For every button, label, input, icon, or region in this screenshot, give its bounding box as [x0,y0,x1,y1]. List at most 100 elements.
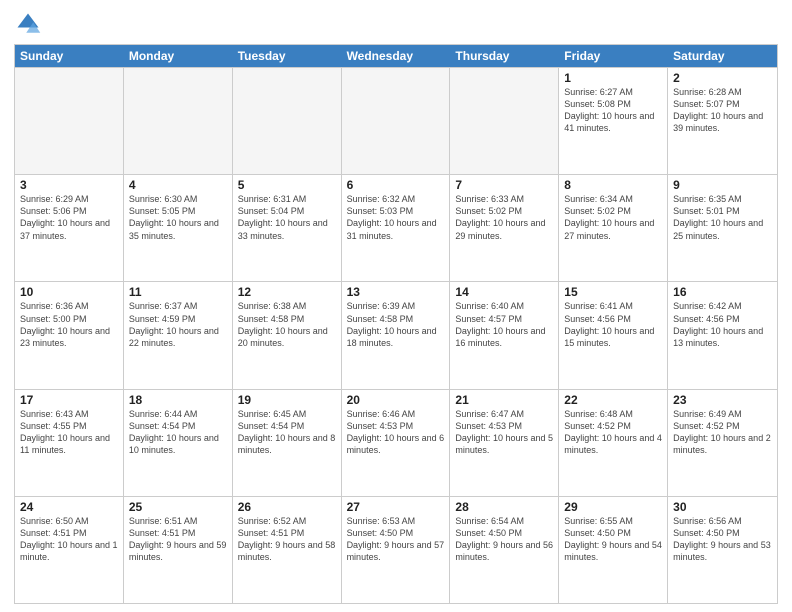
day-number: 21 [455,393,553,407]
calendar-cell: 4Sunrise: 6:30 AM Sunset: 5:05 PM Daylig… [124,175,233,281]
calendar-cell [450,68,559,174]
calendar-cell [15,68,124,174]
day-info: Sunrise: 6:52 AM Sunset: 4:51 PM Dayligh… [238,515,336,564]
day-info: Sunrise: 6:32 AM Sunset: 5:03 PM Dayligh… [347,193,445,242]
calendar-cell: 1Sunrise: 6:27 AM Sunset: 5:08 PM Daylig… [559,68,668,174]
calendar-header: SundayMondayTuesdayWednesdayThursdayFrid… [15,45,777,67]
day-number: 14 [455,285,553,299]
calendar-cell: 28Sunrise: 6:54 AM Sunset: 4:50 PM Dayli… [450,497,559,603]
day-number: 13 [347,285,445,299]
calendar-cell: 15Sunrise: 6:41 AM Sunset: 4:56 PM Dayli… [559,282,668,388]
day-info: Sunrise: 6:41 AM Sunset: 4:56 PM Dayligh… [564,300,662,349]
day-info: Sunrise: 6:29 AM Sunset: 5:06 PM Dayligh… [20,193,118,242]
header-day-thursday: Thursday [450,45,559,67]
calendar-cell: 6Sunrise: 6:32 AM Sunset: 5:03 PM Daylig… [342,175,451,281]
calendar: SundayMondayTuesdayWednesdayThursdayFrid… [14,44,778,604]
day-number: 11 [129,285,227,299]
logo-icon [14,10,42,38]
day-info: Sunrise: 6:34 AM Sunset: 5:02 PM Dayligh… [564,193,662,242]
header-day-friday: Friday [559,45,668,67]
calendar-cell: 18Sunrise: 6:44 AM Sunset: 4:54 PM Dayli… [124,390,233,496]
day-info: Sunrise: 6:55 AM Sunset: 4:50 PM Dayligh… [564,515,662,564]
day-info: Sunrise: 6:51 AM Sunset: 4:51 PM Dayligh… [129,515,227,564]
day-number: 23 [673,393,772,407]
calendar-cell: 12Sunrise: 6:38 AM Sunset: 4:58 PM Dayli… [233,282,342,388]
calendar-cell: 11Sunrise: 6:37 AM Sunset: 4:59 PM Dayli… [124,282,233,388]
day-info: Sunrise: 6:48 AM Sunset: 4:52 PM Dayligh… [564,408,662,457]
calendar-cell: 21Sunrise: 6:47 AM Sunset: 4:53 PM Dayli… [450,390,559,496]
day-info: Sunrise: 6:38 AM Sunset: 4:58 PM Dayligh… [238,300,336,349]
logo [14,10,46,38]
day-number: 24 [20,500,118,514]
day-number: 17 [20,393,118,407]
day-number: 27 [347,500,445,514]
day-info: Sunrise: 6:54 AM Sunset: 4:50 PM Dayligh… [455,515,553,564]
day-info: Sunrise: 6:37 AM Sunset: 4:59 PM Dayligh… [129,300,227,349]
day-info: Sunrise: 6:56 AM Sunset: 4:50 PM Dayligh… [673,515,772,564]
calendar-body: 1Sunrise: 6:27 AM Sunset: 5:08 PM Daylig… [15,67,777,603]
day-number: 4 [129,178,227,192]
calendar-cell: 5Sunrise: 6:31 AM Sunset: 5:04 PM Daylig… [233,175,342,281]
calendar-cell: 17Sunrise: 6:43 AM Sunset: 4:55 PM Dayli… [15,390,124,496]
calendar-week-1: 1Sunrise: 6:27 AM Sunset: 5:08 PM Daylig… [15,67,777,174]
day-info: Sunrise: 6:27 AM Sunset: 5:08 PM Dayligh… [564,86,662,135]
calendar-cell: 2Sunrise: 6:28 AM Sunset: 5:07 PM Daylig… [668,68,777,174]
calendar-cell: 19Sunrise: 6:45 AM Sunset: 4:54 PM Dayli… [233,390,342,496]
calendar-cell: 25Sunrise: 6:51 AM Sunset: 4:51 PM Dayli… [124,497,233,603]
calendar-cell: 24Sunrise: 6:50 AM Sunset: 4:51 PM Dayli… [15,497,124,603]
day-number: 12 [238,285,336,299]
calendar-cell: 29Sunrise: 6:55 AM Sunset: 4:50 PM Dayli… [559,497,668,603]
calendar-cell [342,68,451,174]
day-number: 30 [673,500,772,514]
day-info: Sunrise: 6:43 AM Sunset: 4:55 PM Dayligh… [20,408,118,457]
calendar-cell: 13Sunrise: 6:39 AM Sunset: 4:58 PM Dayli… [342,282,451,388]
day-info: Sunrise: 6:33 AM Sunset: 5:02 PM Dayligh… [455,193,553,242]
calendar-cell: 26Sunrise: 6:52 AM Sunset: 4:51 PM Dayli… [233,497,342,603]
day-info: Sunrise: 6:40 AM Sunset: 4:57 PM Dayligh… [455,300,553,349]
day-number: 2 [673,71,772,85]
day-info: Sunrise: 6:42 AM Sunset: 4:56 PM Dayligh… [673,300,772,349]
calendar-cell: 27Sunrise: 6:53 AM Sunset: 4:50 PM Dayli… [342,497,451,603]
day-number: 7 [455,178,553,192]
day-info: Sunrise: 6:49 AM Sunset: 4:52 PM Dayligh… [673,408,772,457]
day-info: Sunrise: 6:45 AM Sunset: 4:54 PM Dayligh… [238,408,336,457]
day-number: 5 [238,178,336,192]
day-number: 1 [564,71,662,85]
day-info: Sunrise: 6:44 AM Sunset: 4:54 PM Dayligh… [129,408,227,457]
day-info: Sunrise: 6:35 AM Sunset: 5:01 PM Dayligh… [673,193,772,242]
header-day-saturday: Saturday [668,45,777,67]
day-info: Sunrise: 6:47 AM Sunset: 4:53 PM Dayligh… [455,408,553,457]
calendar-week-3: 10Sunrise: 6:36 AM Sunset: 5:00 PM Dayli… [15,281,777,388]
day-info: Sunrise: 6:53 AM Sunset: 4:50 PM Dayligh… [347,515,445,564]
day-info: Sunrise: 6:31 AM Sunset: 5:04 PM Dayligh… [238,193,336,242]
header-day-sunday: Sunday [15,45,124,67]
calendar-cell: 9Sunrise: 6:35 AM Sunset: 5:01 PM Daylig… [668,175,777,281]
day-info: Sunrise: 6:50 AM Sunset: 4:51 PM Dayligh… [20,515,118,564]
calendar-cell: 8Sunrise: 6:34 AM Sunset: 5:02 PM Daylig… [559,175,668,281]
day-number: 26 [238,500,336,514]
calendar-week-2: 3Sunrise: 6:29 AM Sunset: 5:06 PM Daylig… [15,174,777,281]
calendar-cell: 7Sunrise: 6:33 AM Sunset: 5:02 PM Daylig… [450,175,559,281]
day-number: 18 [129,393,227,407]
day-number: 19 [238,393,336,407]
day-number: 29 [564,500,662,514]
calendar-cell: 23Sunrise: 6:49 AM Sunset: 4:52 PM Dayli… [668,390,777,496]
day-number: 28 [455,500,553,514]
calendar-cell: 16Sunrise: 6:42 AM Sunset: 4:56 PM Dayli… [668,282,777,388]
page: SundayMondayTuesdayWednesdayThursdayFrid… [0,0,792,612]
day-number: 3 [20,178,118,192]
day-number: 20 [347,393,445,407]
day-number: 6 [347,178,445,192]
calendar-cell: 3Sunrise: 6:29 AM Sunset: 5:06 PM Daylig… [15,175,124,281]
day-info: Sunrise: 6:39 AM Sunset: 4:58 PM Dayligh… [347,300,445,349]
calendar-week-5: 24Sunrise: 6:50 AM Sunset: 4:51 PM Dayli… [15,496,777,603]
header-day-tuesday: Tuesday [233,45,342,67]
day-info: Sunrise: 6:30 AM Sunset: 5:05 PM Dayligh… [129,193,227,242]
day-number: 16 [673,285,772,299]
calendar-cell [124,68,233,174]
calendar-cell: 20Sunrise: 6:46 AM Sunset: 4:53 PM Dayli… [342,390,451,496]
header [14,10,778,38]
day-number: 10 [20,285,118,299]
day-info: Sunrise: 6:28 AM Sunset: 5:07 PM Dayligh… [673,86,772,135]
day-number: 8 [564,178,662,192]
